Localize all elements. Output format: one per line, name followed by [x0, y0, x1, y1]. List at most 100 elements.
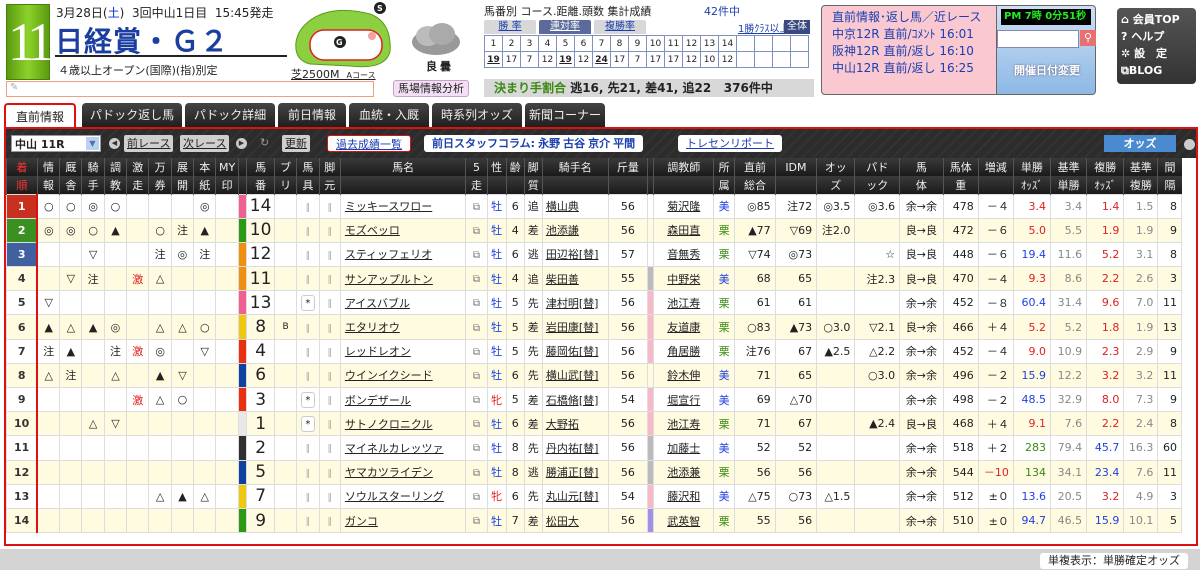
collapse-icon[interactable] [1184, 139, 1195, 150]
past-5-icon[interactable]: ⧉ [465, 338, 488, 364]
jockey-link[interactable]: 田辺裕[替] [541, 241, 609, 268]
open-window-icon[interactable]: ⧉ [473, 226, 480, 237]
past-5-icon[interactable]: ⧉ [465, 507, 488, 534]
settings-link[interactable]: ✲ 設 定 [1121, 45, 1192, 62]
horse-name-link[interactable]: ウインイクシード [339, 362, 467, 389]
horse-name-link[interactable]: サトノクロニクル [339, 411, 467, 437]
trainer-link[interactable]: 武英智 [653, 507, 715, 534]
open-window-icon[interactable]: ⧉ [473, 298, 480, 309]
trainer-link[interactable]: 角居勝 [653, 338, 715, 364]
tracen-report-button[interactable]: トレセンリポート [678, 135, 782, 152]
table-row[interactable]: 5 ▽ 13 * ‖ アイスバブル ⧉ 牡 5 先津村明[替] 56 池江寿栗 61 61 余→余 452 －８… [6, 290, 1182, 316]
jockey-link[interactable]: 勝浦正[替] [541, 459, 609, 485]
jockey-link[interactable]: 横山武[替] [541, 362, 609, 389]
open-window-icon[interactable]: ⧉ [473, 492, 480, 503]
table-row[interactable]: 7 注 ▲ 注激 ◎ ▽ 4 ‖ ‖ レッドレオン ⧉ 牡 5 先藤岡佑[替] 56 角居勝栗注76 67 ▲2.… [6, 338, 1182, 364]
horse-name-link[interactable]: マイネルカレッツァ [339, 435, 467, 461]
table-row[interactable]: 1 ○ ○ ◎ ○ ◎ 14 ‖ ‖ ミッキースワロー ⧉ 牡 6 追横山典 56 菊沢隆美 ◎85 注72 ◎3.… [6, 193, 1182, 219]
open-window-icon[interactable]: ⧉ [473, 274, 480, 285]
date-change-button[interactable]: 開催日付変更 [997, 62, 1097, 78]
past-5-icon[interactable]: ⧉ [465, 435, 488, 461]
open-window-icon[interactable]: ⧉ [473, 468, 480, 479]
jockey-link[interactable]: 池添謙 [541, 217, 609, 243]
stats-tab-win[interactable]: 勝 率 [484, 20, 536, 34]
tab-timeline-odds[interactable]: 時系列オッズ [432, 103, 522, 128]
refresh-button[interactable]: 更新 [282, 135, 310, 152]
horse-name-link[interactable]: サンアップルトン [339, 266, 467, 292]
nearby-return-link[interactable]: 返し [912, 61, 936, 75]
trainer-link[interactable]: 音無秀 [653, 241, 715, 268]
horse-name-link[interactable]: ガンコ [339, 507, 467, 534]
trainer-link[interactable]: 中野栄 [653, 266, 715, 292]
tab-paddock-detail[interactable]: パドック詳細 [185, 103, 275, 128]
open-window-icon[interactable]: ⧉ [473, 516, 480, 527]
next-race-button[interactable]: 次レース [180, 135, 230, 152]
trainer-link[interactable]: 加藤士 [653, 435, 715, 461]
table-row[interactable]: 6 ▲ △ ▲ ◎ △ △ ○ 8 B ‖ ‖ エタリオウ ⧉ 牡 5 差岩田康[替] 56 友道康栗 ○83 ▲73 ○… [6, 314, 1182, 340]
jockey-link[interactable]: 石橋脩[替] [541, 386, 609, 413]
horse-name-link[interactable]: ヤマカツライデン [339, 459, 467, 485]
column-author-link[interactable]: 京介 [588, 137, 610, 150]
trainer-link[interactable]: 藤沢和 [653, 483, 715, 509]
past-5-icon[interactable]: ⧉ [465, 459, 488, 485]
trainer-link[interactable]: 池江寿 [653, 411, 715, 437]
past-5-icon[interactable]: ⧉ [465, 314, 488, 340]
trainer-link[interactable]: 森田直 [653, 217, 715, 243]
odds-button[interactable]: オッズ [1104, 135, 1176, 152]
search-icon[interactable]: ⚲ [1080, 30, 1096, 46]
nearby-direct-link[interactable]: 直前 [883, 44, 907, 58]
table-row[interactable]: 11 2 ‖ ‖ マイネルカレッツァ ⧉ 牡 8 先丹内祐[替] 56 加藤士美 52 52 余→余 518… [6, 435, 1182, 461]
table-row[interactable]: 2 ◎ ◎ ○ ▲ ○ 注 ▲ 10 ‖ ‖ モズベッロ ⧉ 牡 4 差池添謙 56 森田直栗 ▲77 ▽69 注2.0… [6, 217, 1182, 243]
table-row[interactable]: 9 激 △ ○ 3 * ‖ ボンデザール ⧉ 牝 5 差石橋脩[替] 54 堀宣行美 69 △70 余→余 498… [6, 386, 1182, 413]
jockey-link[interactable]: 丸山元[替] [541, 483, 609, 509]
gear-asterisk[interactable]: * [300, 391, 315, 408]
course-distance[interactable]: 芝2500M Aコース [291, 66, 376, 82]
member-top-link[interactable]: ⌂ 会員TOP [1121, 11, 1192, 28]
horse-name-link[interactable]: モズベッロ [339, 217, 467, 243]
nearby-direct-link[interactable]: 直前 [883, 27, 907, 41]
open-window-icon[interactable]: ⧉ [473, 443, 480, 454]
horse-name-link[interactable]: ミッキースワロー [339, 193, 467, 219]
tab-direct-info[interactable]: 直前情報 [4, 103, 76, 130]
trainer-link[interactable]: 鈴木伸 [653, 362, 715, 389]
gear-asterisk[interactable]: * [300, 294, 315, 311]
open-window-icon[interactable]: ⧉ [473, 323, 480, 334]
past-5-icon[interactable]: ⧉ [465, 411, 488, 437]
race-select[interactable]: 中山 11R ▼ [11, 135, 101, 152]
search-input[interactable] [997, 30, 1079, 48]
column-author-link[interactable]: 平間 [613, 137, 635, 150]
table-row[interactable]: 8 △ 注 △ ▲ ▽ 6 ‖ ‖ ウインイクシード ⧉ 牡 6 先横山武[替] 56 鈴木伸美 71 65 ○3.… [6, 362, 1182, 389]
past-results-button[interactable]: 過去成績一覧 [327, 135, 411, 152]
open-window-icon[interactable]: ⧉ [473, 250, 480, 261]
prev-arrow-icon[interactable]: ◀ [109, 138, 120, 149]
jockey-link[interactable]: 丹内祐[替] [541, 435, 609, 461]
nearby-return-link[interactable]: 返し [912, 44, 936, 58]
table-row[interactable]: 10 △ ▽ 1 * ‖ サトノクロニクル ⧉ 牡 6 差大野拓 56 池江寿栗 71 67 ▲2.4 良→良 4… [6, 411, 1182, 437]
tab-pedigree[interactable]: 血統・入厩 [349, 103, 429, 128]
jockey-link[interactable]: 柴田善 [541, 266, 609, 292]
past-5-icon[interactable]: ⧉ [465, 483, 488, 509]
trainer-link[interactable]: 池江寿 [653, 290, 715, 316]
refresh-icon[interactable]: ↻ [260, 136, 269, 149]
past-5-icon[interactable]: ⧉ [465, 362, 488, 389]
table-row[interactable]: 3 ▽ 注 ◎ 注 12 ‖ ‖ スティッフェリオ ⧉ 牡 6 逃田辺裕[替] 57 音無秀栗 ▽74 ◎73 ☆… [6, 241, 1182, 268]
trainer-link[interactable]: 菊沢隆 [653, 193, 715, 219]
prev-race-button[interactable]: 前レース [124, 135, 174, 152]
tab-previous-day[interactable]: 前日情報 [278, 103, 346, 128]
table-row[interactable]: 12 5 ‖ ‖ ヤマカツライデン ⧉ 牡 8 逃勝浦正[替] 56 池添兼栗 56 56 余→余 544 －… [6, 459, 1182, 485]
jockey-link[interactable]: 津村明[替] [541, 290, 609, 316]
open-window-icon[interactable]: ⧉ [473, 419, 480, 430]
past-5-icon[interactable]: ⧉ [465, 217, 488, 243]
table-row[interactable]: 4 ▽ 注激 △ 11 ‖ ‖ サンアップルトン ⧉ 牡 4 追柴田善 55 中野栄美 68 65 注2.3 良→… [6, 266, 1182, 292]
nearby-direct-link[interactable]: 直前 [883, 61, 907, 75]
all-filter-button[interactable]: 全体 [784, 20, 810, 34]
open-window-icon[interactable]: ⧉ [473, 202, 480, 213]
gear-asterisk[interactable]: * [300, 415, 315, 432]
tab-paddock-return[interactable]: パドック返し馬 [82, 103, 182, 128]
tab-newspaper[interactable]: 新聞コーナー [525, 103, 605, 128]
stats-tab-quinella[interactable]: 連対率 [539, 20, 591, 34]
horse-name-link[interactable]: アイスバブル [339, 290, 467, 316]
open-window-icon[interactable]: ⧉ [473, 347, 480, 358]
table-row[interactable]: 14 9 ‖ ‖ ガンコ ⧉ 牡 7 差松田大 56 武英智栗 55 56 余→余 510 ±０ 94.7 46.… [6, 507, 1182, 534]
jockey-link[interactable]: 岩田康[替] [541, 314, 609, 340]
